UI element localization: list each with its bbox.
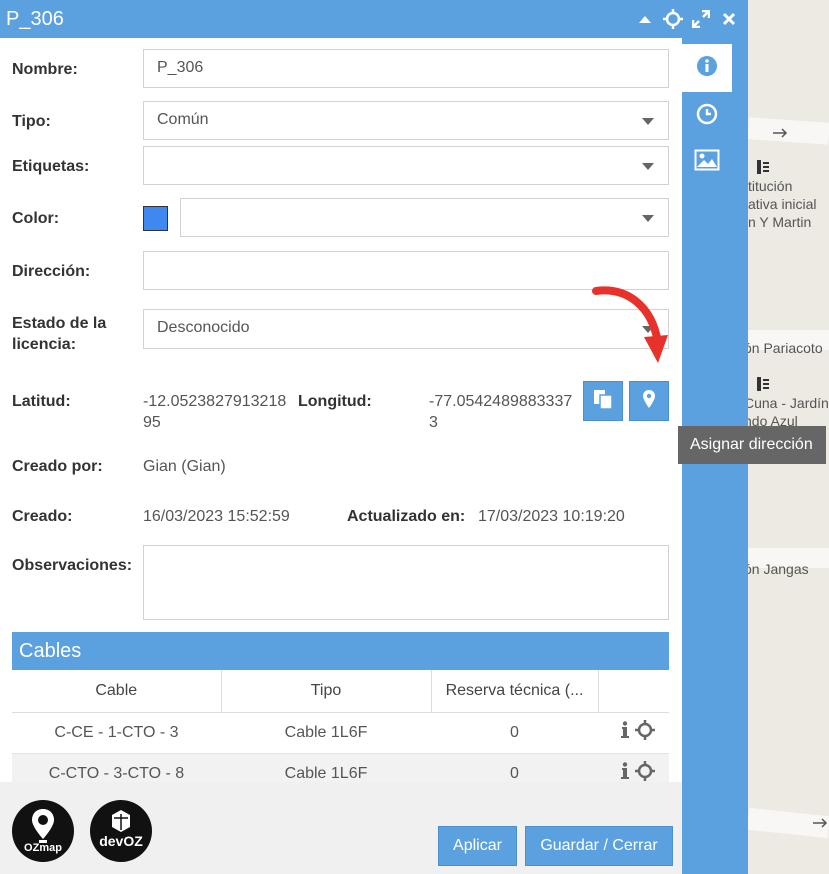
nombre-input[interactable]: P_306 (143, 49, 669, 88)
creado-value: 16/03/2023 15:52:59 (143, 508, 290, 525)
ozmap-logo: OZmap (12, 800, 74, 862)
collapse-up-icon[interactable] (634, 8, 656, 30)
column-header-reserva[interactable]: Reserva técnica (... (431, 670, 599, 713)
longitud-label: Longitud: (298, 393, 372, 410)
creado-label: Creado: (12, 508, 73, 525)
estado-label-line1: Estado de la (12, 315, 107, 332)
direccion-label: Dirección: (12, 263, 91, 280)
tab-info[interactable] (682, 44, 732, 92)
cell-cable: C-CE - 1-CTO - 3 (12, 712, 221, 754)
latitud-value-line2: 95 (143, 414, 161, 431)
feature-window: P_306 Nombre: P_306 Tipo: Común Etiqueta… (0, 0, 748, 874)
color-select[interactable] (180, 198, 669, 237)
tab-history[interactable] (682, 92, 732, 140)
map-marker-icon (642, 389, 656, 414)
creado-por-label: Creado por: (12, 458, 103, 475)
nombre-label: Nombre: (12, 61, 78, 78)
etiquetas-select[interactable] (143, 146, 669, 185)
chevron-down-icon (642, 215, 654, 222)
assign-address-button[interactable] (629, 381, 669, 421)
tipo-select[interactable]: Común (143, 101, 669, 140)
aplicar-button[interactable]: Aplicar (438, 826, 517, 866)
etiquetas-label: Etiquetas: (12, 158, 90, 175)
form-panel: Nombre: P_306 Tipo: Común Etiquetas: Col… (0, 38, 682, 874)
actualizado-value: 17/03/2023 10:19:20 (478, 508, 625, 525)
table-row: C-CE - 1-CTO - 3 Cable 1L6F 0 (12, 712, 669, 754)
school-icon (757, 377, 769, 396)
latitud-value-line1: -12.0523827913218 (143, 393, 287, 410)
column-header-tipo[interactable]: Tipo (221, 670, 432, 713)
observaciones-label: Observaciones: (12, 557, 133, 574)
chevron-down-icon (642, 163, 654, 170)
tooltip-asignar-direccion: Asignar dirección (678, 426, 826, 464)
devoz-logo-text: devOZ (99, 833, 143, 849)
estado-value: Desconocido (157, 319, 250, 336)
cell-actions (598, 712, 669, 754)
copy-icon (592, 388, 614, 415)
tipo-value: Común (157, 111, 209, 128)
column-header-cable[interactable]: Cable (12, 670, 222, 713)
map-label: titución (748, 178, 793, 194)
cables-section-title: Cables (12, 632, 669, 670)
image-icon (694, 149, 720, 176)
close-icon[interactable] (718, 8, 740, 30)
estado-select[interactable]: Desconocido (143, 309, 669, 349)
annotation-arrow-icon (592, 285, 672, 380)
title-bar[interactable]: P_306 (0, 0, 748, 38)
window-title: P_306 (6, 8, 64, 30)
ozmap-logo-text: OZmap (24, 842, 62, 854)
tab-images[interactable] (682, 138, 732, 186)
color-swatch[interactable] (143, 206, 168, 231)
creado-por-value: Gian (Gian) (143, 458, 226, 475)
map-label: ón Jangas (744, 561, 809, 577)
longitud-value-line2: 3 (429, 414, 438, 431)
map-label: Cuna - Jardín (744, 395, 829, 411)
latitud-label: Latitud: (12, 393, 71, 410)
clock-icon (696, 103, 718, 130)
school-icon (757, 160, 769, 179)
color-label: Color: (12, 210, 60, 227)
arrow-right-icon (812, 815, 828, 833)
chevron-down-icon (642, 118, 654, 125)
info-icon (696, 55, 718, 82)
cell-reserva: 0 (431, 712, 598, 754)
guardar-cerrar-button[interactable]: Guardar / Cerrar (525, 826, 673, 866)
map-road (747, 117, 829, 145)
tipo-label: Tipo: (12, 113, 51, 130)
locate-crosshair-icon[interactable] (635, 720, 655, 745)
copy-coordinates-button[interactable] (583, 381, 623, 421)
arrow-right-icon (772, 125, 788, 143)
cell-tipo: Cable 1L6F (221, 712, 431, 754)
map-label: ativa inicial (748, 196, 817, 212)
direccion-input[interactable] (143, 251, 669, 290)
map-label: n Y Martin (748, 214, 812, 230)
longitud-value-line1: -77.0542489883337 (429, 393, 573, 410)
expand-icon[interactable] (690, 8, 712, 30)
actualizado-label: Actualizado en: (347, 508, 466, 525)
cables-table: Cable Tipo Reserva técnica (... C-CE - 1… (12, 670, 669, 795)
devoz-logo: devOZ (90, 800, 152, 862)
observaciones-textarea[interactable] (143, 545, 669, 620)
map-label: ón Pariacoto (744, 340, 823, 356)
locate-crosshair-icon[interactable] (662, 8, 684, 30)
estado-label-line2: licencia: (12, 336, 77, 353)
column-header-actions (598, 670, 669, 713)
info-icon[interactable] (621, 721, 629, 744)
